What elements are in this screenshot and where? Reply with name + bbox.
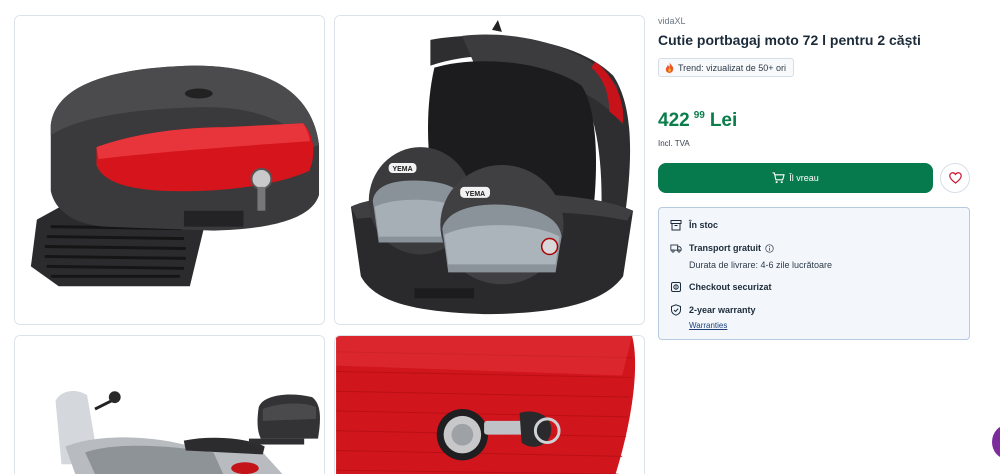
wishlist-button[interactable] bbox=[940, 163, 970, 193]
lock-closeup-image bbox=[336, 336, 643, 474]
shipping-row: Transport gratuit bbox=[670, 242, 774, 254]
warranty-row: 2-year warranty bbox=[670, 304, 756, 316]
lock-icon bbox=[671, 282, 681, 292]
price-currency: Lei bbox=[709, 110, 738, 131]
product-gallery: YEMA YEMA bbox=[0, 0, 650, 474]
chat-icon[interactable] bbox=[992, 425, 1000, 459]
checkout-row: Checkout securizat bbox=[670, 281, 772, 293]
motorcycle-image bbox=[16, 336, 323, 474]
gallery-image-open-case[interactable]: YEMA YEMA bbox=[334, 15, 645, 325]
add-to-cart-label: Îl vreau bbox=[789, 173, 819, 183]
shipping-label: Transport gratuit bbox=[689, 243, 762, 253]
shield-icon bbox=[671, 304, 681, 316]
helmet-brand-right: YEMA bbox=[465, 191, 485, 198]
heart-icon bbox=[948, 172, 962, 184]
delivery-note: Durata de livrare: 4-6 zile lucrătoare bbox=[689, 260, 833, 270]
gallery-image-lock-closeup[interactable] bbox=[334, 335, 645, 474]
open-case-image: YEMA YEMA bbox=[335, 16, 644, 324]
helmet-brand-left: YEMA bbox=[393, 166, 413, 173]
flame-icon bbox=[665, 62, 674, 73]
price-integer: 422 bbox=[658, 110, 690, 131]
gallery-image-closed-case[interactable] bbox=[14, 15, 325, 325]
price: 422 99 Lei bbox=[658, 110, 737, 132]
brand-link[interactable]: vidaXL bbox=[658, 16, 686, 26]
vat-note: Incl. TVA bbox=[658, 139, 690, 148]
add-to-cart-button[interactable]: Îl vreau bbox=[658, 163, 933, 193]
cart-icon bbox=[772, 172, 785, 184]
stock-label: În stoc bbox=[689, 220, 719, 230]
availability-panel: În stoc Transport gratuit Durata de livr… bbox=[658, 207, 970, 340]
closed-case-image bbox=[15, 16, 324, 324]
stock-row: În stoc bbox=[670, 219, 718, 231]
trend-badge: Trend: vizualizat de 50+ ori bbox=[658, 58, 794, 77]
stock-icon bbox=[670, 220, 682, 231]
warranty-label: 2-year warranty bbox=[689, 305, 756, 315]
product-title: Cutie portbagaj moto 72 l pentru 2 căști bbox=[658, 32, 921, 48]
warranties-link[interactable]: Warranties bbox=[689, 321, 727, 330]
gallery-image-motorcycle[interactable] bbox=[14, 335, 325, 474]
truck-icon bbox=[670, 244, 682, 253]
info-icon[interactable] bbox=[765, 243, 774, 253]
checkout-label: Checkout securizat bbox=[689, 282, 772, 292]
trend-label: Trend: vizualizat de 50+ ori bbox=[678, 62, 786, 73]
price-decimal: 99 bbox=[693, 110, 705, 121]
